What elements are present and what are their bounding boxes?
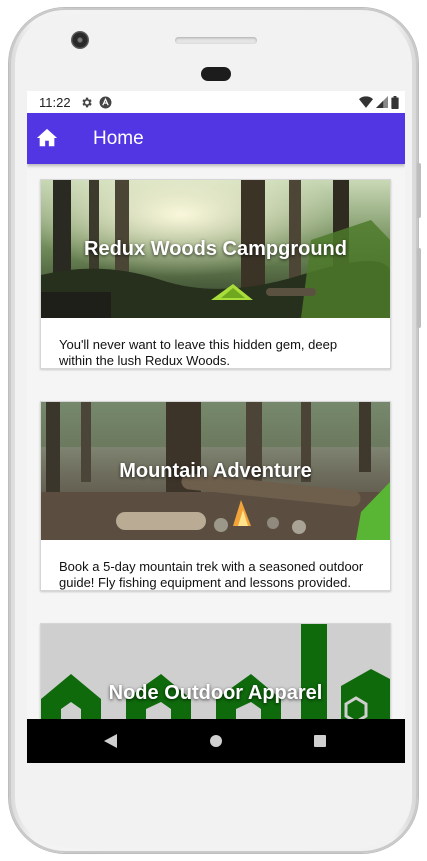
home-circle-icon[interactable] bbox=[210, 735, 222, 747]
recents-square-icon[interactable] bbox=[314, 735, 326, 747]
card-image-campfire: Mountain Adventure bbox=[41, 402, 390, 540]
speaker-grille bbox=[175, 37, 257, 44]
app-screen: 11:22 Home Redux Woods Campground You'll… bbox=[27, 91, 405, 763]
app-bar: Home bbox=[27, 113, 405, 164]
card-description: You'll never want to leave this hidden g… bbox=[59, 337, 338, 368]
home-icon[interactable] bbox=[36, 127, 58, 149]
status-bar: 11:22 bbox=[27, 91, 405, 113]
power-button bbox=[417, 248, 421, 328]
earpiece bbox=[201, 67, 231, 81]
volume-button bbox=[417, 163, 421, 218]
status-time: 11:22 bbox=[39, 94, 71, 110]
card-title: Redux Woods Campground bbox=[84, 237, 347, 260]
card-mountain-adventure[interactable]: Mountain Adventure Book a 5-day mountain… bbox=[40, 401, 391, 591]
a-badge-icon bbox=[99, 96, 112, 109]
card-list: Redux Woods Campground You'll never want… bbox=[27, 164, 405, 719]
card-node-outdoor-apparel[interactable]: Node Outdoor Apparel bbox=[40, 623, 391, 719]
card-description: Book a 5-day mountain trek with a season… bbox=[59, 559, 364, 590]
card-redux-woods[interactable]: Redux Woods Campground You'll never want… bbox=[40, 179, 391, 369]
signal-icon bbox=[376, 96, 388, 108]
battery-icon bbox=[391, 95, 399, 109]
card-image-forest-camp: Redux Woods Campground bbox=[41, 180, 390, 318]
front-camera bbox=[71, 31, 89, 49]
card-title: Mountain Adventure bbox=[119, 459, 312, 482]
card-image-node-logo: Node Outdoor Apparel bbox=[41, 624, 390, 719]
wifi-icon bbox=[359, 96, 373, 108]
gear-icon bbox=[80, 96, 93, 109]
back-icon[interactable] bbox=[104, 734, 117, 753]
card-title: Node Outdoor Apparel bbox=[108, 681, 323, 704]
page-title: Home bbox=[93, 128, 144, 149]
system-nav-bar bbox=[27, 719, 405, 763]
